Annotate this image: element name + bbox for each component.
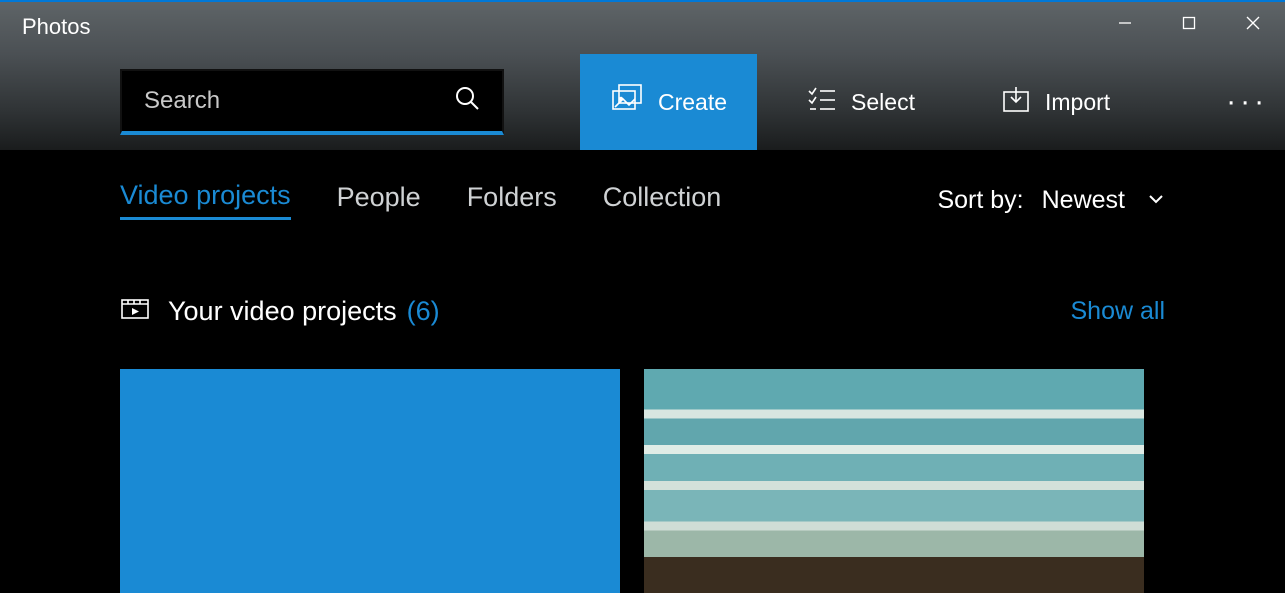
close-icon: [1246, 16, 1260, 35]
sort-group: Sort by: Newest: [937, 186, 1165, 215]
sort-label: Sort by:: [937, 186, 1023, 215]
section-count: (6): [407, 296, 440, 327]
import-button[interactable]: Import: [975, 54, 1136, 150]
app-title: Photos: [0, 2, 91, 40]
tab-folders[interactable]: Folders: [467, 182, 557, 219]
more-icon: ···: [1226, 85, 1268, 118]
tab-video-projects[interactable]: Video projects: [120, 180, 291, 220]
more-button[interactable]: ···: [1206, 85, 1285, 119]
minimize-icon: [1118, 16, 1132, 35]
tab-people[interactable]: People: [337, 182, 421, 219]
chevron-down-icon: [1147, 186, 1165, 215]
sort-dropdown[interactable]: Newest: [1042, 186, 1165, 215]
toolbar: Create Select Import ···: [0, 54, 1285, 150]
close-button[interactable]: [1221, 2, 1285, 48]
content-area: Video projects People Folders Collection…: [0, 150, 1285, 593]
show-all-link[interactable]: Show all: [1071, 297, 1166, 326]
sort-value: Newest: [1042, 186, 1125, 215]
select-label: Select: [851, 89, 915, 116]
create-label: Create: [658, 89, 727, 116]
project-card[interactable]: [120, 369, 620, 593]
create-button[interactable]: Create: [580, 54, 757, 150]
photos-window: Photos Create: [0, 0, 1285, 593]
search-icon: [454, 85, 480, 118]
select-icon: [807, 84, 837, 120]
search-input[interactable]: [144, 87, 454, 115]
section-title: Your video projects: [168, 296, 397, 327]
import-icon: [1001, 84, 1031, 120]
project-cards: [120, 369, 1165, 593]
tab-collection[interactable]: Collection: [603, 182, 722, 219]
create-icon: [610, 82, 644, 122]
title-bar: Photos: [0, 0, 1285, 54]
minimize-button[interactable]: [1093, 2, 1157, 48]
import-label: Import: [1045, 89, 1110, 116]
film-icon: [120, 296, 150, 327]
tabs-row: Video projects People Folders Collection…: [120, 150, 1165, 220]
section-header: Your video projects (6) Show all: [120, 296, 1165, 327]
maximize-button[interactable]: [1157, 2, 1221, 48]
project-card[interactable]: [644, 369, 1144, 593]
select-button[interactable]: Select: [781, 54, 941, 150]
search-box[interactable]: [120, 69, 504, 135]
maximize-icon: [1182, 16, 1196, 35]
